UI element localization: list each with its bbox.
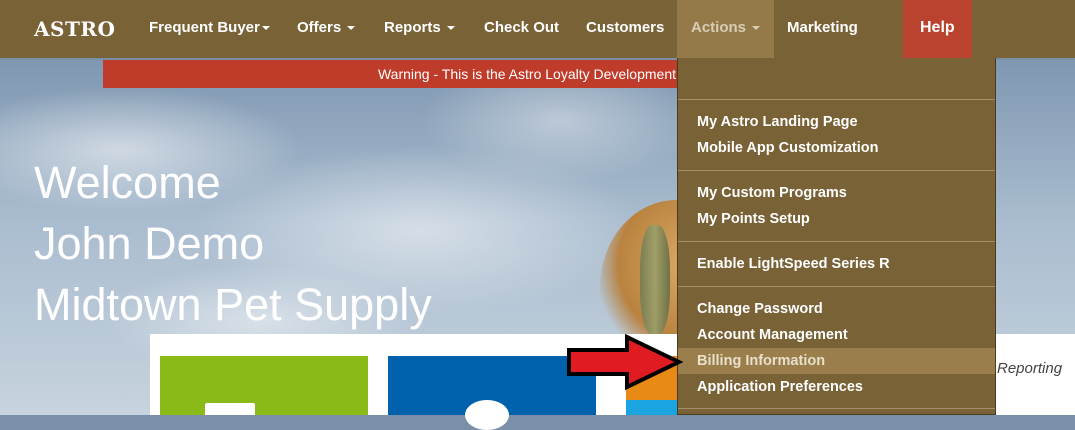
menu-item-application-preferences[interactable]: Application Preferences bbox=[678, 374, 995, 400]
nav-marketing[interactable]: Marketing bbox=[787, 0, 858, 58]
caret-down-icon bbox=[261, 26, 270, 31]
nav-reports[interactable]: Reports bbox=[384, 0, 455, 58]
nav-actions-label: Actions bbox=[691, 19, 747, 36]
menu-item-my-astro-landing-page[interactable]: My Astro Landing Page bbox=[678, 109, 995, 135]
menu-divider bbox=[678, 99, 995, 100]
nav-actions[interactable]: Actions bbox=[677, 0, 775, 58]
warning-banner: Warning - This is the Astro Loyalty Deve… bbox=[103, 60, 688, 88]
menu-divider bbox=[678, 170, 995, 171]
top-navbar: ASTRO Frequent Buyer Offers Reports Chec… bbox=[0, 0, 1075, 58]
menu-item-mobile-app-customization[interactable]: Mobile App Customization bbox=[678, 135, 995, 161]
dog-photo-detail bbox=[640, 225, 670, 335]
dashboard-tile-cyan[interactable] bbox=[626, 400, 678, 415]
nav-offers-label: Offers bbox=[297, 19, 342, 36]
caret-down-icon bbox=[446, 26, 455, 31]
menu-divider bbox=[678, 286, 995, 287]
nav-reports-label: Reports bbox=[384, 19, 441, 36]
nav-offers[interactable]: Offers bbox=[297, 0, 356, 58]
menu-divider bbox=[678, 408, 995, 409]
menu-item-change-password[interactable]: Change Password bbox=[678, 296, 995, 322]
user-name: John Demo bbox=[34, 218, 265, 269]
reporting-label[interactable]: Reporting bbox=[997, 360, 1062, 377]
menu-item-my-points-setup[interactable]: My Points Setup bbox=[678, 206, 995, 232]
menu-item-my-custom-programs[interactable]: My Custom Programs bbox=[678, 180, 995, 206]
brand-logo[interactable]: ASTRO bbox=[34, 17, 115, 41]
store-name: Midtown Pet Supply bbox=[34, 279, 432, 330]
caret-down-icon bbox=[752, 26, 761, 31]
red-arrow-icon bbox=[567, 334, 683, 390]
menu-item-account-management[interactable]: Account Management bbox=[678, 322, 995, 348]
nav-frequent-buyer-label: Frequent Buyer bbox=[149, 19, 260, 36]
caret-down-icon bbox=[347, 26, 356, 31]
tile-icon bbox=[465, 400, 509, 430]
menu-item-billing-information[interactable]: Billing Information bbox=[678, 348, 995, 374]
welcome-line: Welcome bbox=[34, 157, 221, 208]
dashboard-tile-green[interactable] bbox=[160, 356, 368, 415]
actions-dropdown-menu: My Astro Landing Page Mobile App Customi… bbox=[677, 58, 996, 415]
nav-check-out[interactable]: Check Out bbox=[484, 0, 559, 58]
tile-icon bbox=[205, 403, 255, 415]
menu-item-enable-lightspeed-series-r[interactable]: Enable LightSpeed Series R bbox=[678, 251, 995, 277]
nav-customers[interactable]: Customers bbox=[586, 0, 664, 58]
menu-divider bbox=[678, 241, 995, 242]
nav-frequent-buyer[interactable]: Frequent Buyer bbox=[149, 0, 270, 58]
help-button[interactable]: Help bbox=[903, 0, 972, 58]
welcome-text: Welcome John Demo Midtown Pet Supply bbox=[34, 152, 432, 335]
